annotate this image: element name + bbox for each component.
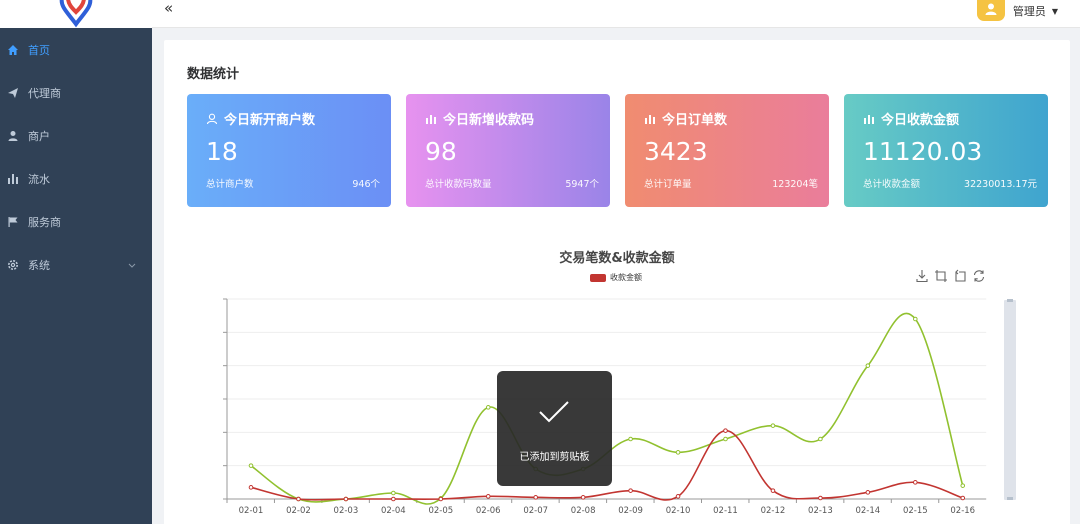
user-menu[interactable]: 管理员 ▼ (976, 0, 1058, 22)
data-point (391, 496, 396, 502)
data-point (438, 496, 444, 502)
data-point (675, 450, 681, 455)
data-point (248, 485, 254, 490)
bar-chart-icon (7, 173, 19, 185)
toast-notification: 已添加到剪贴板 (497, 371, 612, 486)
send-icon (7, 87, 19, 99)
check-icon (539, 401, 569, 423)
x-tick-label: 02-10 (666, 506, 691, 516)
sidebar-item-label: 系统 (28, 258, 50, 272)
logo-icon (59, 0, 93, 28)
x-tick-label: 02-01 (239, 506, 264, 516)
data-point (818, 436, 823, 442)
top-header: « 管理员 ▼ (152, 0, 1080, 28)
sidebar-item-agents[interactable]: 代理商 (0, 71, 152, 114)
x-tick-label: 02-13 (808, 506, 833, 516)
x-tick-label: 02-04 (381, 506, 406, 516)
dashboard-card: 数据统计 今日新开商户数 18 总计商户数 946个 今日新增收款码 98 总计… (164, 40, 1070, 524)
x-tick-label: 02-15 (903, 506, 928, 516)
avatar (976, 0, 1005, 21)
x-tick-label: 02-12 (761, 506, 786, 516)
x-tick-label: 02-08 (571, 506, 596, 516)
sidebar-item-home[interactable]: 首页 (0, 28, 152, 71)
logo (0, 0, 152, 28)
sidebar-item-label: 首页 (28, 43, 50, 57)
zoom-slider-handle (1007, 299, 1013, 302)
chevron-down-icon (128, 259, 136, 272)
data-point (485, 405, 491, 410)
x-tick-label: 02-14 (855, 506, 880, 516)
x-tick-label: 02-16 (950, 506, 975, 516)
data-point (960, 483, 966, 488)
x-tick-label: 02-09 (618, 506, 643, 516)
sidebar-item-label: 代理商 (28, 86, 61, 100)
sidebar-item-providers[interactable]: 服务商 (0, 200, 152, 243)
data-point (770, 423, 776, 428)
home-icon (7, 44, 19, 56)
data-point (723, 436, 728, 442)
sidebar-item-label: 流水 (28, 172, 50, 186)
data-point (723, 428, 728, 433)
toast-text: 已添加到剪贴板 (519, 452, 590, 463)
data-point (485, 494, 491, 499)
x-tick-label: 02-02 (286, 506, 311, 516)
sidebar-item-label: 商户 (28, 129, 50, 143)
sidebar: 首页 代理商 商户 流水 服务商 系统 (0, 0, 152, 524)
data-point (818, 495, 823, 501)
flag-icon (7, 216, 19, 228)
data-point (533, 495, 539, 500)
data-point (391, 490, 396, 496)
data-point (296, 496, 301, 502)
data-point (865, 490, 871, 495)
sidebar-item-system[interactable]: 系统 (0, 243, 152, 286)
sidebar-item-transactions[interactable]: 流水 (0, 157, 152, 200)
user-name: 管理员 (1012, 5, 1046, 18)
user-icon (7, 130, 19, 142)
data-point (628, 488, 633, 493)
collapse-sidebar-icon[interactable]: « (164, 0, 173, 16)
data-point (580, 495, 586, 500)
main-content: 数据统计 今日新开商户数 18 总计商户数 946个 今日新增收款码 98 总计… (152, 28, 1080, 524)
x-tick-label: 02-05 (428, 506, 453, 516)
x-tick-label: 02-03 (334, 506, 359, 516)
x-tick-label: 02-06 (476, 506, 501, 516)
zoom-slider-handle (1007, 497, 1013, 500)
zoom-slider-track (1004, 300, 1016, 500)
sidebar-item-label: 服务商 (28, 215, 61, 229)
x-tick-label: 02-07 (523, 506, 548, 516)
data-point (675, 494, 681, 499)
gear-icon (7, 259, 19, 271)
data-point (343, 496, 349, 502)
x-tick-label: 02-11 (713, 506, 738, 516)
data-point (628, 436, 633, 442)
data-point (248, 463, 254, 468)
data-point (865, 363, 871, 368)
data-point (770, 488, 776, 493)
caret-down-icon: ▼ (1051, 6, 1058, 16)
line-chart: 02-01 02-02 02-03 02-04 02-05 02-06 02-07 02-08… (223, 298, 1016, 516)
data-point (913, 316, 918, 322)
data-point (913, 480, 918, 485)
sidebar-item-merchants[interactable]: 商户 (0, 114, 152, 157)
data-point (960, 495, 966, 501)
